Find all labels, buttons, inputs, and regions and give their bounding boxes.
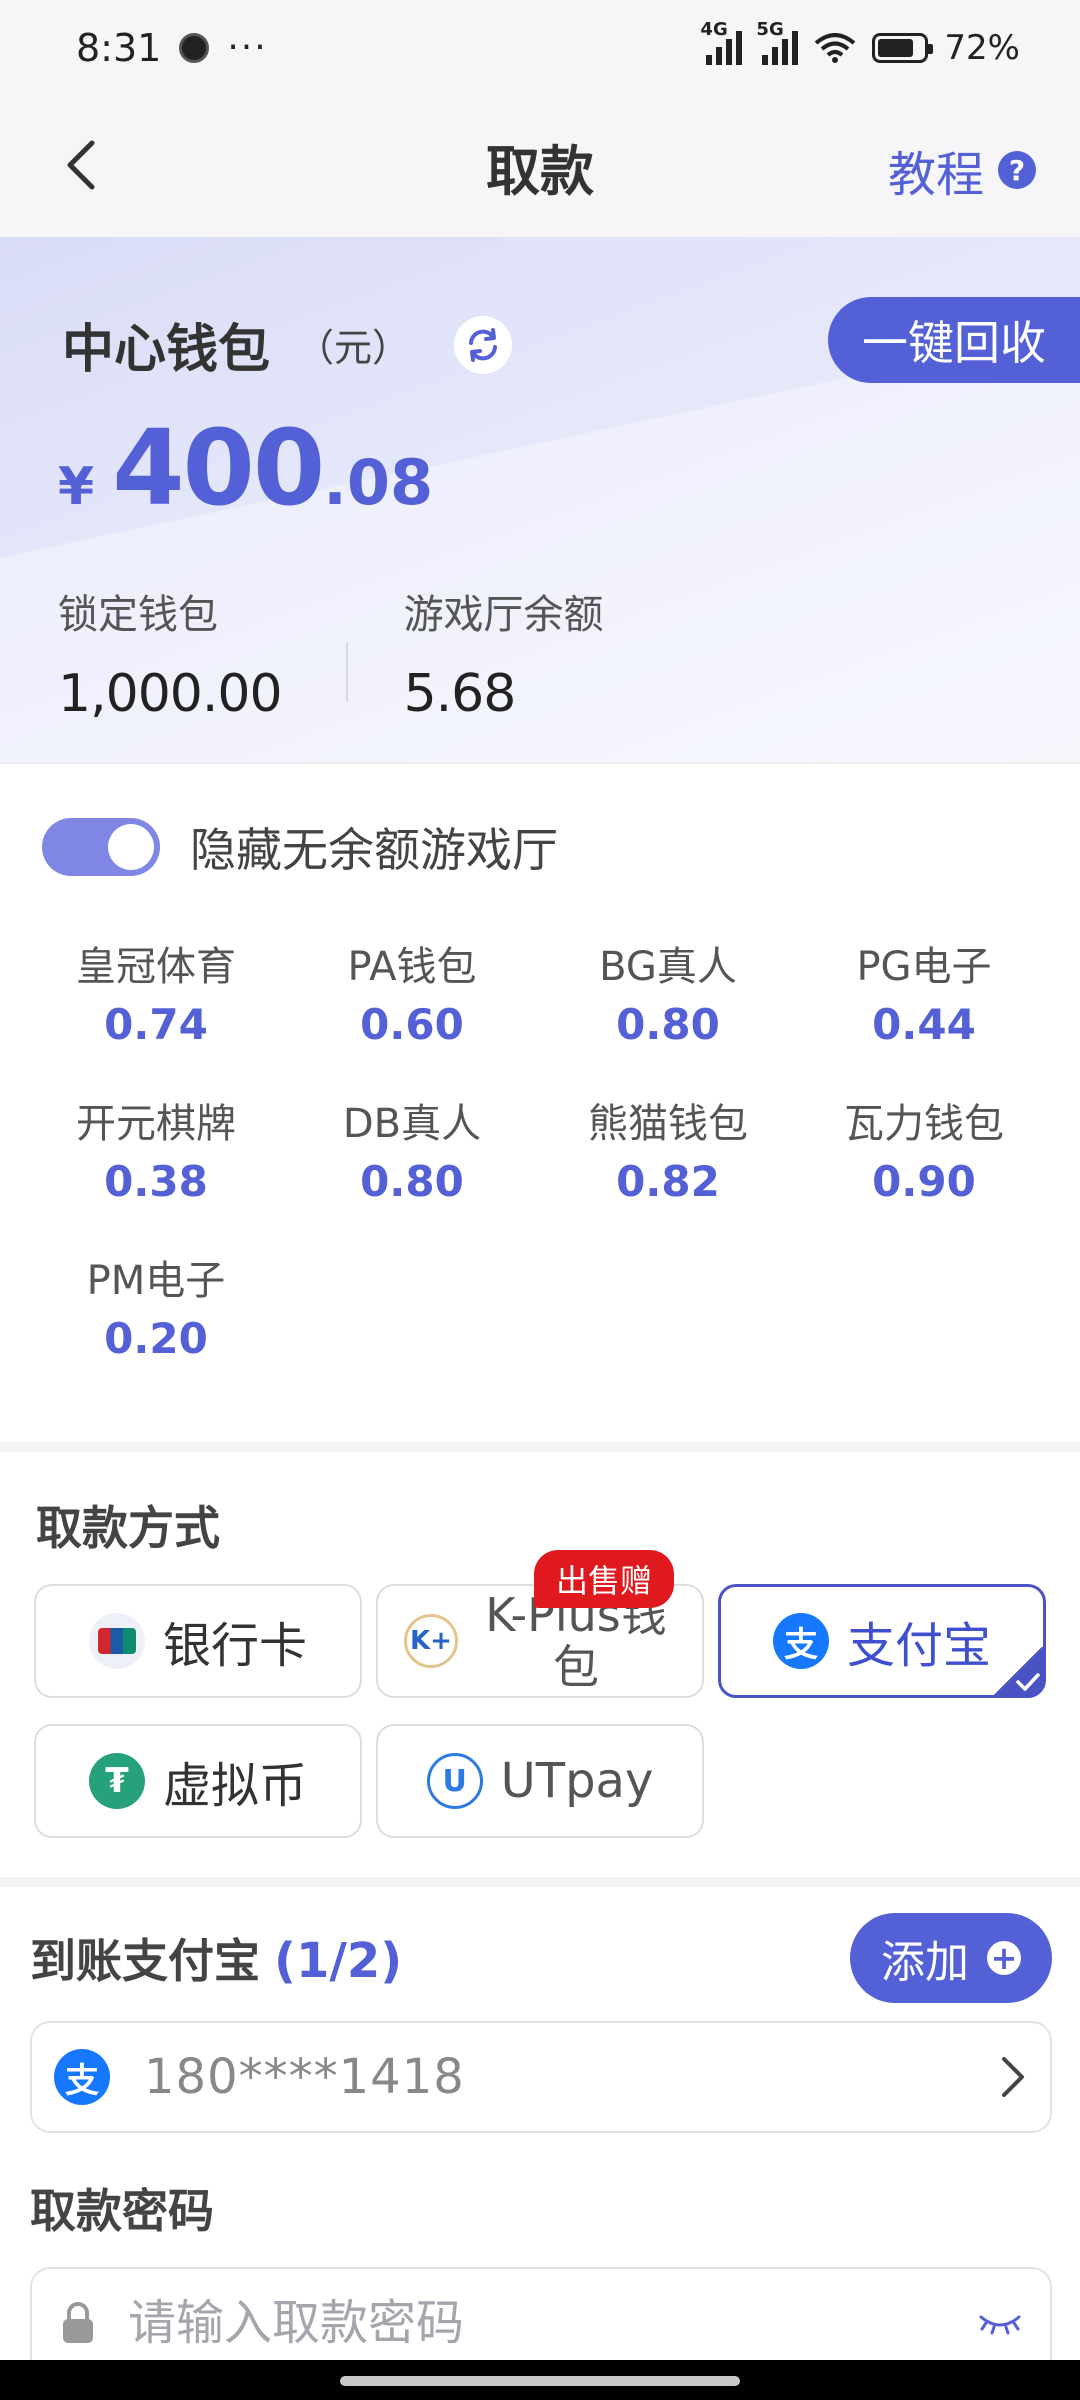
game-halls-section: 隐藏无余额游戏厅 皇冠体育 0.74 PA钱包 0.60 BG真人 0.80 PG电子… [0,762,1080,1442]
chevron-right-icon [1002,2057,1024,2097]
battery-percent: 72% [944,27,1020,68]
alipay-icon: 支 [54,2049,110,2105]
refresh-icon[interactable] [454,315,513,374]
wifi-icon [815,32,856,63]
game-hall-item: 开元棋牌 0.38 [76,1101,236,1206]
kplus-icon: K+ [404,1614,458,1668]
unionpay-icon [88,1613,145,1669]
hall-balance-label: 游戏厅余额 [403,592,604,638]
central-balance: ¥ 400 .08 [58,407,433,529]
password-title: 取款密码 [30,2184,214,2238]
system-nav-bar [0,2360,1080,2400]
hall-balance: 游戏厅余额 5.68 [404,582,604,724]
payout-account-title: 到账支付宝 [30,1934,260,1988]
utpay-icon: U [426,1753,483,1809]
game-hall-item: DB真人 0.80 [342,1101,482,1206]
currency-symbol: ¥ [58,457,95,517]
wallet-title: 中心钱包 [62,320,271,380]
status-bar: 8:31 ··· 4G 5G 72% [0,0,1080,95]
game-hall-item: PM电子 0.20 [86,1258,226,1363]
back-button[interactable] [52,135,112,195]
divider [345,642,348,702]
account-count: (1/2) [274,1933,403,1989]
status-time: 8:31 [76,25,162,70]
wallet-card: 中心钱包 （元） 一键回收 ¥ 400 .08 锁定钱包 1,000.00 游戏… [0,237,1080,762]
page-title: 取款 [486,139,594,203]
alipay-icon: 支 [772,1613,829,1669]
password-input[interactable] [128,2295,978,2351]
game-hall-item: BG真人 0.80 [599,944,737,1049]
game-hall-item: 皇冠体育 0.74 [76,944,236,1049]
battery-icon [872,32,934,63]
method-alipay[interactable]: 支 支付宝 [718,1584,1046,1698]
account-number: 180****1418 [144,2049,465,2105]
tutorial-link[interactable]: 教程 ? [888,135,1036,205]
promo-badge: 出售赠 [534,1550,675,1608]
help-icon: ? [998,151,1036,189]
game-hall-item: 瓦力钱包 0.90 [844,1101,1004,1206]
game-hall-item: PA钱包 0.60 [347,944,477,1049]
locked-wallet-label: 锁定钱包 [58,592,218,638]
withdraw-method-title: 取款方式 [36,1501,220,1555]
eye-closed-icon[interactable] [978,2311,1022,2335]
method-kplus[interactable]: K+ K-Plus钱包 出售赠 [376,1550,704,1698]
method-utpay[interactable]: U UTpay [376,1724,704,1838]
lock-icon [63,2302,93,2343]
signal-5g-icon: 5G [756,19,799,65]
balance-integer: 400 [112,407,325,529]
game-hall-item: PG电子 0.44 [856,944,992,1049]
more-notifications-icon: ··· [227,27,268,68]
hall-balance-value: 5.68 [403,664,517,724]
hide-empty-halls-label: 隐藏无余额游戏厅 [190,823,558,877]
tutorial-label: 教程 [887,147,984,203]
withdraw-method-section: 取款方式 银行卡 K+ K-Plus钱包 出售赠 支 支付宝 ₮ 虚拟币 U U… [0,1452,1080,1877]
home-indicator[interactable] [340,2376,740,2386]
method-crypto[interactable]: ₮ 虚拟币 [34,1724,362,1838]
selected-check-icon [989,1647,1045,1697]
signal-4g-icon: 4G [700,19,743,65]
method-bank-card[interactable]: 银行卡 [34,1584,362,1698]
recall-all-button[interactable]: 一键回收 [828,297,1080,383]
game-halls-grid: 皇冠体育 0.74 PA钱包 0.60 BG真人 0.80 PG电子 0.44 开元棋牌… [0,934,1080,1363]
header: 取款 教程 ? [0,95,1080,237]
locked-wallet-value: 1,000.00 [58,664,283,724]
tether-icon: ₮ [88,1753,145,1809]
hide-empty-halls-toggle[interactable] [42,818,160,876]
balance-decimal: .08 [323,446,434,519]
payout-account-section: 到账支付宝 (1/2) 添加 + 支 180****1418 取款密码 [0,1887,1080,2379]
account-selector[interactable]: 支 180****1418 [30,2021,1052,2133]
plus-icon: + [987,1941,1021,1975]
add-account-button[interactable]: 添加 + [850,1913,1052,2003]
clock-icon [179,32,210,63]
game-hall-item: 熊猫钱包 0.82 [588,1101,748,1206]
locked-wallet: 锁定钱包 1,000.00 [58,582,283,724]
wallet-unit: （元） [296,326,411,370]
chevron-left-icon [67,140,95,190]
